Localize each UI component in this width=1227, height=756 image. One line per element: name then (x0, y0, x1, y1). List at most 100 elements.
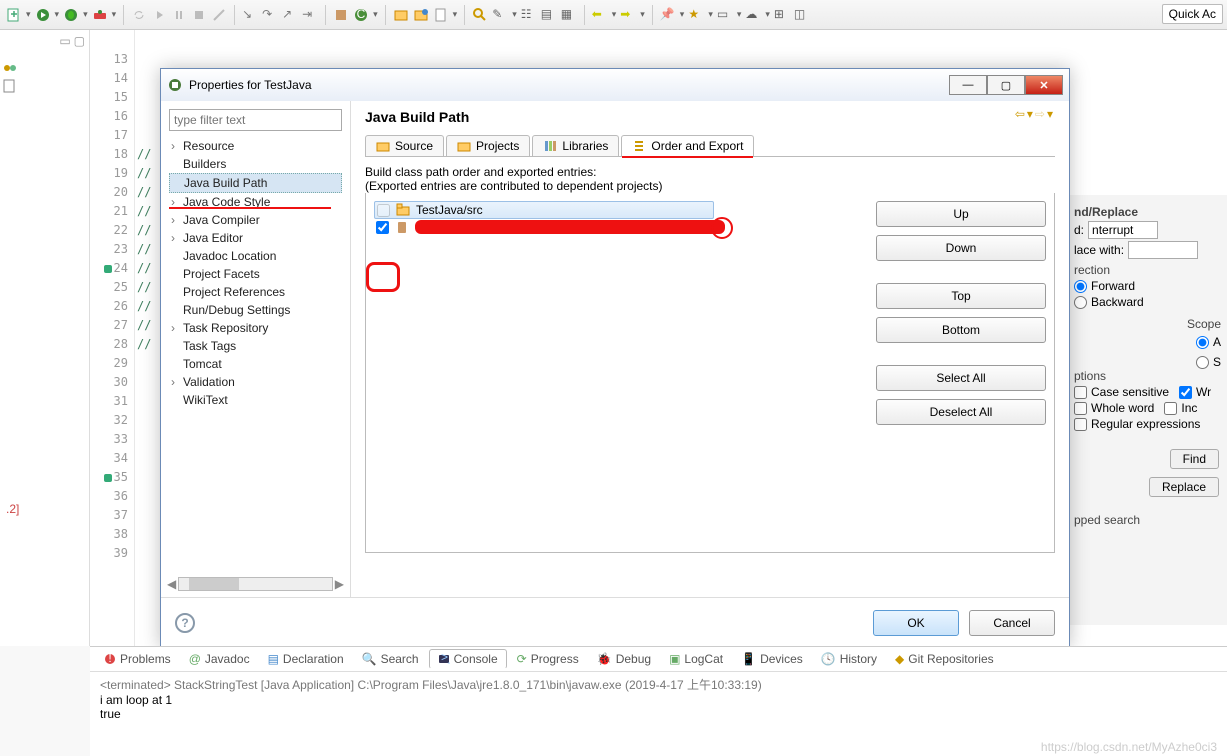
list-item[interactable] (374, 219, 866, 235)
tree-java-editor[interactable]: Java Editor (169, 229, 342, 247)
new-icon[interactable] (6, 7, 22, 23)
backward-radio[interactable] (1074, 296, 1087, 309)
tab-debug[interactable]: 🐞Debug (589, 650, 659, 668)
layout-icon[interactable]: ▭ (717, 7, 733, 23)
down-button[interactable]: Down (876, 235, 1046, 261)
people-icon[interactable]: ☷ (521, 7, 537, 23)
scope-sel-radio[interactable] (1196, 356, 1209, 369)
tab-devices[interactable]: 📱Devices (733, 650, 811, 668)
tree-task-tags[interactable]: Task Tags (169, 337, 342, 355)
export-checkbox[interactable] (376, 221, 389, 234)
dropdown-icon[interactable]: ▾ (612, 9, 617, 20)
select-all-button[interactable]: Select All (876, 365, 1046, 391)
outline-icon[interactable] (2, 78, 18, 94)
ok-button[interactable]: OK (873, 610, 959, 636)
dropdown-icon[interactable]: ▾ (83, 9, 88, 20)
disconnect-icon[interactable] (211, 7, 227, 23)
dropdown-icon[interactable]: ▾ (453, 9, 458, 20)
cancel-button[interactable]: Cancel (969, 610, 1055, 636)
deselect-all-button[interactable]: Deselect All (876, 399, 1046, 425)
tab-libraries[interactable]: Libraries (532, 135, 619, 156)
book-icon[interactable]: ▤ (541, 7, 557, 23)
open-resource-icon[interactable] (433, 7, 449, 23)
open-task-icon[interactable] (413, 7, 429, 23)
find-button[interactable]: Find (1170, 449, 1219, 469)
skip-icon[interactable] (151, 7, 167, 23)
replace-input[interactable] (1128, 241, 1198, 259)
tab-progress[interactable]: ⟳Progress (509, 650, 587, 668)
bottom-button[interactable]: Bottom (876, 317, 1046, 343)
tree-task-repository[interactable]: Task Repository (169, 319, 342, 337)
tree-java-compiler[interactable]: Java Compiler (169, 211, 342, 229)
wrap-checkbox[interactable] (1179, 386, 1192, 399)
dropdown-icon[interactable]: ▾ (55, 9, 60, 20)
dropdown-icon[interactable]: ▾ (640, 9, 645, 20)
tab-logcat[interactable]: ▣LogCat (661, 650, 731, 668)
tree-resource[interactable]: Resource (169, 137, 342, 155)
debug-icon[interactable] (63, 7, 79, 23)
dropdown-icon[interactable]: ▾ (373, 9, 378, 20)
step-over-icon[interactable]: ↷ (262, 7, 278, 23)
regex-checkbox[interactable] (1074, 418, 1087, 431)
maximize-button[interactable]: ▢ (987, 75, 1025, 95)
dropdown-icon[interactable]: ▾ (737, 9, 742, 20)
minimize-button[interactable]: — (949, 75, 987, 95)
new-class-icon[interactable]: C (353, 7, 369, 23)
h-scrollbar[interactable] (178, 577, 333, 591)
tree-builders[interactable]: Builders (169, 155, 342, 173)
pin-icon[interactable]: 📌 (660, 7, 676, 23)
dropdown-icon[interactable]: ▾ (26, 9, 31, 20)
inc-checkbox[interactable] (1164, 402, 1177, 415)
tree-validation[interactable]: Validation (169, 373, 342, 391)
view-icon[interactable]: ◫ (794, 7, 810, 23)
search-icon[interactable] (472, 7, 488, 23)
drop-frame-icon[interactable]: ⇥ (302, 7, 318, 23)
filter-input[interactable] (169, 109, 342, 131)
tab-order-export[interactable]: Order and Export (621, 135, 754, 156)
help-button[interactable]: ? (175, 613, 195, 633)
breakpoints-icon[interactable] (2, 60, 18, 76)
open-type-icon[interactable] (393, 7, 409, 23)
tab-git[interactable]: ◆Git Repositories (887, 650, 1002, 668)
minimize-icon[interactable]: ▭ (59, 34, 70, 48)
nav-fwd-icon[interactable]: ⇨ (1035, 107, 1045, 121)
pause-icon[interactable] (171, 7, 187, 23)
cloud-icon[interactable]: ☁ (745, 7, 761, 23)
scope-all-radio[interactable] (1196, 336, 1209, 349)
tab-source[interactable]: Source (365, 135, 444, 156)
nav-back-icon[interactable]: ⬅ (592, 7, 608, 23)
replace-button[interactable]: Replace (1149, 477, 1219, 497)
case-checkbox[interactable] (1074, 386, 1087, 399)
tree-run-debug[interactable]: Run/Debug Settings (169, 301, 342, 319)
list-item[interactable]: TestJava/src (374, 201, 714, 219)
nav-back-icon[interactable]: ⇦ (1015, 107, 1025, 121)
perspective-icon[interactable]: ⊞ (774, 7, 790, 23)
tree-javadoc[interactable]: Javadoc Location (169, 247, 342, 265)
sync-icon[interactable] (131, 7, 147, 23)
restore-icon[interactable]: ▢ (74, 34, 85, 48)
tree-project-facets[interactable]: Project Facets (169, 265, 342, 283)
new-package-icon[interactable] (333, 7, 349, 23)
tab-declaration[interactable]: ▤Declaration (260, 650, 352, 668)
star-icon[interactable]: ★ (688, 7, 704, 23)
tab-projects[interactable]: Projects (446, 135, 530, 156)
tab-history[interactable]: 🕓History (813, 650, 885, 668)
whole-checkbox[interactable] (1074, 402, 1087, 415)
tree-project-references[interactable]: Project References (169, 283, 342, 301)
top-button[interactable]: Top (876, 283, 1046, 309)
up-button[interactable]: Up (876, 201, 1046, 227)
forward-radio[interactable] (1074, 280, 1087, 293)
export-checkbox[interactable] (377, 204, 390, 217)
tab-search[interactable]: 🔍Search (354, 650, 427, 668)
dropdown-icon[interactable]: ▾ (708, 9, 713, 20)
tree-wikitext[interactable]: WikiText (169, 391, 342, 409)
scroll-left-icon[interactable]: ◀ (167, 577, 176, 591)
external-tools-icon[interactable] (92, 7, 108, 23)
quick-access[interactable]: Quick Ac (1162, 4, 1223, 24)
dropdown-icon[interactable]: ▾ (680, 9, 685, 20)
find-input[interactable] (1088, 221, 1158, 239)
run-icon[interactable] (35, 7, 51, 23)
console-output[interactable]: <terminated> StackStringTest [Java Appli… (90, 672, 1227, 725)
app-icon[interactable]: ▦ (561, 7, 577, 23)
dialog-titlebar[interactable]: Properties for TestJava — ▢ ✕ (161, 69, 1069, 101)
